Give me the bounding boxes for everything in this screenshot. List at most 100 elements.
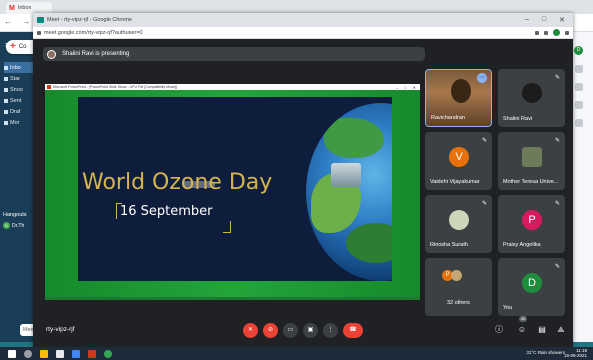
control-bar: rty-vipz-rjf ✕ ⊘ ▭ ▣ ⋮ ☎ ⓘ 40 ☺ ▤ ⟁ xyxy=(33,313,573,347)
calendar-icon[interactable] xyxy=(574,65,583,73)
keep-icon[interactable] xyxy=(574,83,583,91)
mic-off-icon: ✎ xyxy=(554,138,560,144)
printer-icon[interactable] xyxy=(56,349,64,358)
shared-screen: Microsoft PowerPoint - [PowerPoint Slide… xyxy=(45,84,420,300)
self-avatar: D xyxy=(522,273,542,293)
captions-button[interactable]: ▭ xyxy=(283,323,298,338)
meet-icon xyxy=(37,17,44,23)
powerpoint-icon xyxy=(47,85,51,89)
store-icon[interactable] xyxy=(72,349,80,358)
participant-tile[interactable]: ✎ P Praisy Angelika xyxy=(498,195,565,253)
meeting-code: rty-vipz-rjf xyxy=(46,326,75,333)
more-icon[interactable] xyxy=(565,30,569,35)
gmail-icon: M xyxy=(9,4,15,12)
background-tab-bar: M Inbox xyxy=(0,0,593,14)
camera-off-button[interactable]: ⊘ xyxy=(263,323,278,338)
slide-subtitle: 16 September xyxy=(120,204,213,219)
present-button[interactable]: ▣ xyxy=(303,323,318,338)
info-icon[interactable]: ⓘ xyxy=(494,325,504,335)
participant-photo xyxy=(522,147,542,167)
slide-decoration xyxy=(223,221,231,233)
address-bar[interactable]: meet.google.com/rty-vipz-rjf?authuser=0 xyxy=(33,27,573,39)
hangouts-label: Hangouts xyxy=(3,212,27,218)
participant-name: Ravichandran xyxy=(431,115,465,121)
chat-icon[interactable]: ▤ xyxy=(537,325,547,335)
maximize-button[interactable]: □ xyxy=(542,16,546,24)
participant-tile[interactable]: ✎ Shalini Ravi xyxy=(498,69,565,127)
extension-icon[interactable] xyxy=(544,30,548,35)
more-options-button[interactable]: ⋮ xyxy=(323,323,338,338)
participant-name: Rinosha Surath xyxy=(430,242,468,248)
clock-icon xyxy=(4,87,8,92)
participant-name: Praisy Angelika xyxy=(503,242,541,248)
background-tab-label: Inbox xyxy=(17,5,32,11)
hangouts-user-name: Dr.Th xyxy=(12,222,25,229)
folder-label: Inbo xyxy=(10,64,21,71)
chrome-icon[interactable] xyxy=(104,349,112,358)
participant-count-badge: 40 xyxy=(519,316,527,322)
minimize-button[interactable]: – xyxy=(525,16,529,24)
folder-label: Star xyxy=(10,75,21,82)
powerpoint-title: Microsoft PowerPoint - [PowerPoint Slide… xyxy=(53,85,177,89)
inbox-icon xyxy=(4,65,8,70)
mic-off-icon: ✎ xyxy=(554,264,560,270)
close-button[interactable]: ✕ xyxy=(559,16,565,24)
participant-tile[interactable]: ✎ V Vaidehi Vijayakumar xyxy=(425,132,492,190)
participant-avatar: P xyxy=(522,210,542,230)
folder-label: Draf xyxy=(10,108,21,115)
lock-icon xyxy=(37,30,41,35)
slide: World Ozone Day 16 September xyxy=(78,97,392,281)
mic-off-button[interactable]: ✕ xyxy=(243,323,258,338)
weather-status[interactable]: 31°C Rain showers xyxy=(526,350,565,355)
hangouts-user[interactable]: D Dr.Th xyxy=(3,222,24,229)
profile-avatar[interactable]: D xyxy=(574,46,583,55)
compose-label: Co xyxy=(18,44,27,50)
participant-tile[interactable]: ✎ Mother Teresa Unive... xyxy=(498,132,565,190)
avatar xyxy=(47,49,56,59)
participant-tile[interactable]: ✎ Rinosha Surath xyxy=(425,195,492,253)
url-text: meet.google.com/rty-vipz-rjf?authuser=0 xyxy=(44,29,143,36)
url-actions xyxy=(535,29,573,36)
window-title: Meet - rty-vipz-rjf - Google Chrome xyxy=(47,17,132,23)
plus-icon[interactable] xyxy=(574,119,583,127)
slide-title: World Ozone Day xyxy=(82,170,273,195)
windows-start-icon[interactable] xyxy=(8,349,16,358)
send-icon xyxy=(4,98,8,103)
clock[interactable]: 11:19 16-09-2021 xyxy=(564,348,587,358)
file-explorer-icon[interactable] xyxy=(40,349,48,358)
others-avatars: P xyxy=(442,270,462,281)
participant-photo xyxy=(522,83,542,103)
tasks-icon[interactable] xyxy=(574,101,583,109)
participant-photo xyxy=(449,210,469,230)
others-tile[interactable]: P 32 others xyxy=(425,258,492,316)
profile-icon[interactable] xyxy=(553,29,560,36)
presenting-banner: Shalini Ravi is presenting xyxy=(43,47,425,61)
slide-footer xyxy=(45,297,420,300)
nav-arrows-icon[interactable]: ← → xyxy=(4,17,34,26)
others-count: 32 others xyxy=(447,300,470,306)
avatar: D xyxy=(3,222,10,229)
folder-label: Mor xyxy=(10,119,20,126)
meet-window: Meet - rty-vipz-rjf - Google Chrome – □ … xyxy=(33,13,573,347)
slide-area: World Ozone Day 16 September xyxy=(45,90,420,300)
chevron-down-icon xyxy=(4,120,8,125)
participant-name: Mother Teresa Unive... xyxy=(503,179,559,185)
self-tile[interactable]: ✎ D You xyxy=(498,258,565,316)
window-controls: – □ ✕ xyxy=(525,16,573,24)
participant-name: You xyxy=(503,305,513,311)
plus-icon: + xyxy=(10,41,16,52)
folder-label: Sent xyxy=(10,97,22,104)
more-options-icon[interactable]: ⋯ xyxy=(477,73,487,83)
mic-off-icon: ✎ xyxy=(481,201,487,207)
search-icon[interactable] xyxy=(24,349,32,358)
participant-tile[interactable]: ⋯ Ravichandran xyxy=(425,69,492,127)
draft-icon xyxy=(4,109,8,114)
mic-off-icon: ✎ xyxy=(481,138,487,144)
date-text: 16-09-2021 xyxy=(563,353,587,358)
camera-icon[interactable] xyxy=(535,30,539,35)
people-icon[interactable]: ☺ xyxy=(517,325,527,335)
participant-name: Vaidehi Vijayakumar xyxy=(430,179,480,185)
activities-icon[interactable]: ⟁ xyxy=(556,325,566,335)
powerpoint-icon[interactable] xyxy=(88,349,96,358)
leave-call-button[interactable]: ☎ xyxy=(343,323,363,338)
